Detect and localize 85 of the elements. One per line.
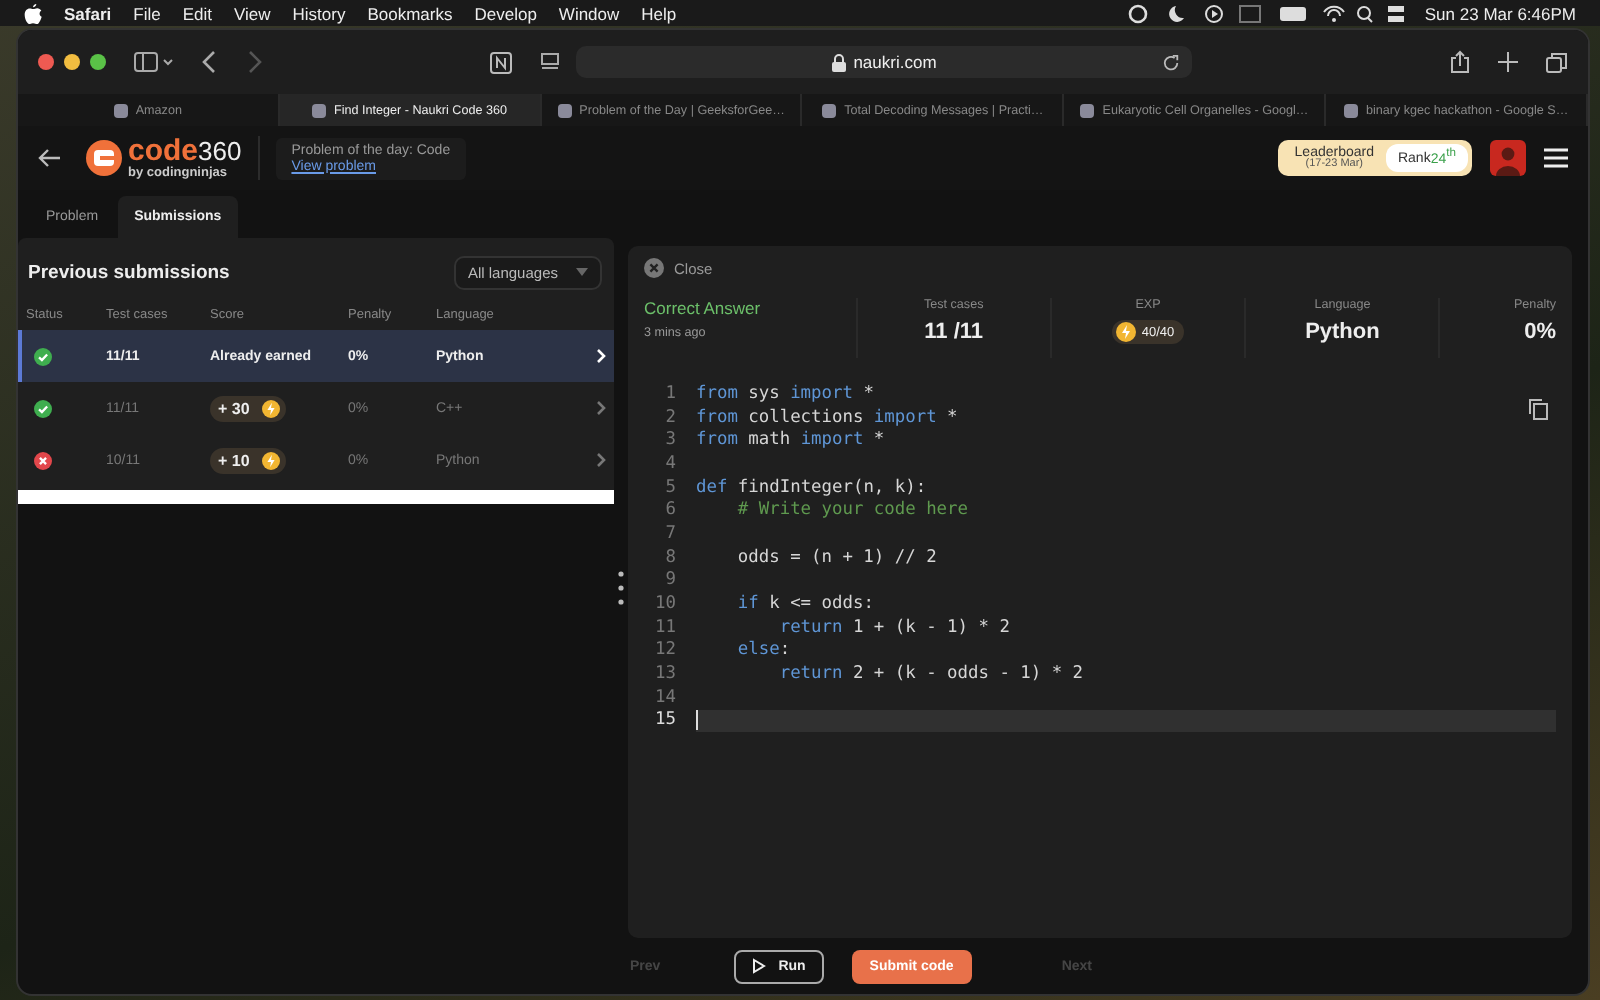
status-icons-drawing[interactable] [1128, 3, 1409, 23]
close-window-icon[interactable] [38, 54, 54, 70]
line-number: 5 [663, 477, 678, 498]
chevron-right-icon [596, 452, 606, 468]
coin-icon [1115, 322, 1136, 342]
line-number: 10 [653, 594, 678, 615]
reader-icon[interactable] [540, 52, 560, 72]
score-pill: + 30 [210, 395, 286, 421]
drag-handle-icon[interactable] [618, 570, 624, 606]
line-number: 2 [663, 407, 678, 428]
line-number: 8 [663, 547, 678, 568]
chevron-right-icon [596, 400, 606, 416]
new-tab-icon[interactable] [1498, 52, 1518, 72]
zoom-icon[interactable] [90, 54, 106, 70]
share-icon[interactable] [1450, 50, 1470, 74]
reload-icon[interactable] [1162, 53, 1180, 71]
logo-wordmark: code [128, 133, 199, 168]
menu-item[interactable]: Edit [182, 3, 212, 23]
favicon-icon [312, 103, 327, 117]
line-number: 3 [663, 430, 678, 451]
code-line: return 2 + (k - odds - 1) * 2 [777, 662, 1086, 686]
code-line: from collections import * [696, 405, 960, 429]
code-line: from math import * [696, 428, 887, 453]
line-number: 13 [653, 664, 678, 685]
address-text: naukri.com [853, 52, 937, 72]
menu-item[interactable]: Window [558, 3, 620, 23]
stat-value: 0% [1524, 320, 1556, 344]
menu-app-name[interactable]: Safari [64, 3, 112, 23]
close-icon [644, 258, 664, 278]
code-line: return 1 + (k - 1) * 2 [779, 615, 1012, 640]
line-number: 9 [663, 570, 678, 591]
favicon-icon [113, 103, 128, 117]
favicon-icon [822, 103, 837, 117]
back-icon[interactable] [202, 50, 218, 74]
lock-icon [831, 53, 846, 71]
favicon-icon [557, 103, 572, 117]
line-number: 1 [663, 383, 678, 404]
chevron-right-icon [596, 348, 606, 364]
tabs-overview-icon[interactable] [1546, 51, 1568, 73]
line-number: 7 [663, 523, 678, 544]
stat-value: Python [1305, 320, 1380, 344]
avatar-icon[interactable] [1490, 140, 1526, 176]
caret-icon [576, 268, 588, 276]
menu-item[interactable]: Develop [474, 3, 537, 23]
verdict-text: Correct Answer [644, 298, 761, 318]
sidebar-icon[interactable] [134, 52, 174, 72]
back-arrow-icon[interactable] [38, 148, 62, 168]
menu-item[interactable]: History [292, 3, 346, 23]
code-line: # Write your code here [735, 498, 970, 523]
coin-icon [261, 399, 280, 417]
logo-icon[interactable] [86, 140, 122, 176]
coin-icon [261, 451, 280, 469]
favicon-icon [1343, 103, 1358, 117]
menu-item[interactable]: File [133, 3, 161, 23]
code-line: else: [735, 639, 793, 663]
check-circle-icon [34, 347, 52, 365]
line-number: 15 [653, 710, 678, 731]
line-number: 4 [663, 453, 678, 474]
clock[interactable]: Sun 23 Mar 6:46PM [1424, 3, 1576, 23]
error-circle-icon [34, 451, 52, 469]
notion-icon[interactable] [490, 51, 512, 73]
line-number: 12 [653, 640, 678, 661]
panel-title: Previous submissions [28, 261, 230, 283]
stat-value: 11 /11 [924, 320, 984, 344]
logo-number: 360 [198, 135, 242, 166]
address-bar[interactable]: naukri.com [576, 46, 1192, 78]
menu-icon[interactable] [1544, 148, 1568, 168]
copy-icon[interactable] [1528, 398, 1548, 420]
play-icon [752, 958, 767, 974]
line-number: 11 [653, 617, 678, 638]
menu-item[interactable]: View [233, 3, 271, 23]
menu-item[interactable]: Help [641, 3, 677, 23]
code-line: from sys import * [696, 382, 876, 406]
line-number: 6 [663, 500, 678, 521]
menu-item[interactable]: Bookmarks [367, 3, 453, 23]
code-line: def findInteger(n, k): [696, 475, 929, 499]
text-cursor [696, 710, 698, 731]
code-line: if k <= odds: [735, 592, 876, 616]
minimize-icon[interactable] [64, 54, 80, 70]
score-pill: + 10 [210, 447, 286, 473]
code-line: odds = (n + 1) // 2 [735, 545, 939, 569]
apple-icon[interactable] [24, 3, 42, 23]
favicon-icon [1080, 103, 1095, 117]
check-circle-icon [34, 399, 52, 417]
line-number: 14 [653, 687, 678, 708]
